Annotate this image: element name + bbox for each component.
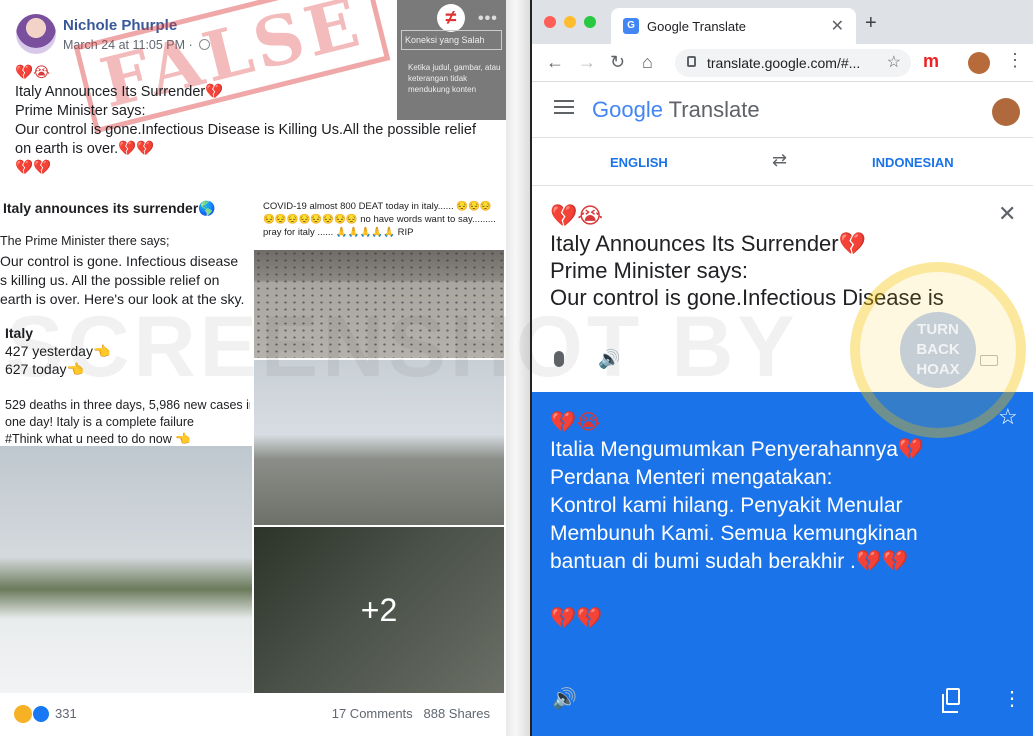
speaker-icon[interactable]: 🔊 bbox=[552, 686, 577, 711]
source-language-button[interactable]: ENGLISH bbox=[610, 155, 668, 170]
tab-bar: G Google Translate ✕ + bbox=[532, 0, 1033, 44]
source-text[interactable]: 💔😭 Italy Announces Its Surrender💔 Prime … bbox=[550, 203, 944, 311]
account-avatar[interactable] bbox=[992, 98, 1020, 126]
bookmark-star-icon[interactable]: ☆ bbox=[887, 52, 901, 72]
close-window-button[interactable] bbox=[544, 16, 556, 28]
image-stats: 529 deaths in three days, 5,986 new case… bbox=[5, 397, 252, 444]
more-icon[interactable]: ••• bbox=[478, 10, 498, 28]
image-line: #Think what u need to do now 👈 bbox=[5, 432, 191, 444]
reaction-count[interactable]: 331 bbox=[55, 706, 77, 721]
image-line: s killing us. All the possible relief on bbox=[0, 272, 220, 288]
translated-line: 💔💔 bbox=[550, 606, 603, 630]
translated-line: Membunuh Kami. Semua kemungkinan bbox=[550, 522, 918, 545]
author-avatar[interactable] bbox=[16, 14, 56, 54]
engagement: 17 Comments 888 Shares bbox=[332, 706, 490, 721]
sad-reaction-icon bbox=[14, 705, 32, 723]
not-equal-icon: ≠ bbox=[437, 4, 465, 32]
image-line: 529 deaths in three days, 5,986 new case… bbox=[5, 398, 252, 412]
photo-text-image[interactable]: Italy announces its surrender🌎 The Prime… bbox=[0, 194, 252, 444]
image-line: Our control is gone. Infectious disease bbox=[0, 253, 239, 269]
image-line: one day! Italy is a complete failure bbox=[5, 415, 194, 429]
translated-line bbox=[550, 576, 924, 604]
tab-title: Google Translate bbox=[647, 19, 747, 34]
image-caption: COVID-19 almost 800 DEAT today in italy.… bbox=[263, 201, 496, 238]
image-yesterday: 427 yesterday👈 bbox=[5, 343, 111, 359]
hoax-card-title: Koneksi yang Salah bbox=[401, 30, 502, 50]
lock-icon bbox=[687, 56, 696, 67]
photo-street-crowd[interactable] bbox=[254, 360, 504, 525]
source-line: 💔😭 bbox=[550, 204, 604, 229]
mic-icon[interactable] bbox=[554, 351, 564, 367]
source-line: Italy Announces Its Surrender💔 bbox=[550, 231, 867, 256]
save-star-icon[interactable]: ☆ bbox=[998, 404, 1018, 430]
translated-text: 💔😭 Italia Mengumumkan Penyerahannya💔 Per… bbox=[550, 408, 924, 632]
translate-header: Google Translate bbox=[532, 82, 1033, 138]
source-text-panel[interactable]: 💔😭 Italy Announces Its Surrender💔 Prime … bbox=[532, 187, 1033, 392]
image-paragraph: Our control is gone. Infectious disease … bbox=[0, 252, 244, 309]
hoax-card-description: Ketika judul, gambar, atau keterangan ti… bbox=[408, 63, 501, 94]
url-text[interactable]: translate.google.com/#... bbox=[707, 55, 860, 71]
shares-link[interactable]: 888 Shares bbox=[424, 706, 491, 721]
post-line: 💔💔 bbox=[15, 160, 52, 176]
browser-menu-icon[interactable]: ⋮ bbox=[1006, 50, 1024, 71]
home-icon[interactable]: ⌂ bbox=[642, 52, 653, 73]
clear-source-icon[interactable]: ✕ bbox=[998, 201, 1016, 227]
translated-line: bantuan di bumi sudah berakhir .💔💔 bbox=[550, 550, 909, 573]
forward-icon[interactable]: → bbox=[578, 52, 596, 73]
translation-panel: 💔😭 Italia Mengumumkan Penyerahannya💔 Per… bbox=[532, 392, 1033, 736]
address-bar[interactable]: translate.google.com/#... ☆ bbox=[675, 49, 911, 77]
profile-avatar[interactable] bbox=[968, 52, 990, 74]
browser-toolbar: ← → ↻ ⌂ translate.google.com/#... ☆ m ⋮ bbox=[532, 44, 1033, 82]
back-icon[interactable]: ← bbox=[546, 52, 564, 73]
target-language-button[interactable]: INDONESIAN bbox=[872, 155, 954, 170]
tab-close-icon[interactable]: ✕ bbox=[831, 16, 844, 36]
logo-google: Google bbox=[592, 97, 663, 122]
image-line: The Prime Minister there says; bbox=[0, 234, 170, 248]
translated-line: Perdana Menteri mengatakan: bbox=[550, 466, 833, 489]
keyboard-icon[interactable] bbox=[980, 355, 998, 366]
image-line: earth is over. Here's our look at the sk… bbox=[0, 291, 245, 307]
timestamp-text[interactable]: March 24 at 11:05 PM · bbox=[63, 38, 196, 52]
tab-google-translate[interactable]: G Google Translate ✕ bbox=[611, 8, 856, 44]
more-options-icon[interactable]: ⋮ bbox=[1002, 686, 1022, 711]
translate-logo[interactable]: Google Translate bbox=[592, 97, 760, 123]
facebook-post: Nichole Phurple March 24 at 11:05 PM · F… bbox=[0, 0, 506, 736]
source-line: Prime Minister says: bbox=[550, 258, 749, 283]
post-line: Our control is gone.Infectious Disease i… bbox=[15, 122, 476, 138]
speaker-icon[interactable]: 🔊 bbox=[598, 349, 620, 370]
divider bbox=[506, 0, 530, 736]
like-reaction-icon bbox=[32, 705, 50, 723]
comments-link[interactable]: 17 Comments bbox=[332, 706, 413, 721]
menu-icon[interactable] bbox=[554, 100, 574, 114]
post-timestamp[interactable]: March 24 at 11:05 PM · bbox=[63, 38, 211, 52]
post-line: on earth is over.💔💔 bbox=[15, 141, 155, 157]
image-today: 627 today👈 bbox=[5, 361, 84, 377]
logo-translate: Translate bbox=[668, 97, 760, 122]
image-title: Italy announces its surrender🌎 bbox=[3, 200, 216, 216]
post-footer: 331 17 Comments 888 Shares bbox=[0, 693, 506, 736]
photo-town-square[interactable] bbox=[254, 250, 504, 358]
translated-line: 💔😭 bbox=[550, 410, 601, 434]
new-tab-button[interactable]: + bbox=[865, 12, 877, 35]
photo-more[interactable]: +2 bbox=[254, 527, 504, 693]
zoom-window-button[interactable] bbox=[584, 16, 596, 28]
browser-window: G Google Translate ✕ + ← → ↻ ⌂ translate… bbox=[530, 0, 1033, 736]
translated-line: Kontrol kami hilang. Penyakit Menular bbox=[550, 494, 903, 517]
more-photos-count: +2 bbox=[360, 592, 398, 628]
globe-icon bbox=[199, 39, 211, 50]
translate-favicon-icon: G bbox=[623, 18, 639, 34]
photo-hospital-beds[interactable] bbox=[0, 446, 252, 693]
copy-icon[interactable] bbox=[942, 688, 960, 713]
author-name[interactable]: Nichole Phurple bbox=[63, 17, 177, 34]
translated-line: Italia Mengumumkan Penyerahannya💔 bbox=[550, 438, 925, 461]
photo-caption-image[interactable]: COVID-19 almost 800 DEAT today in italy.… bbox=[254, 194, 504, 250]
reload-icon[interactable]: ↻ bbox=[610, 52, 625, 73]
source-line: Our control is gone.Infectious Disease i… bbox=[550, 285, 944, 310]
image-italy-label: Italy bbox=[5, 325, 34, 341]
minimize-window-button[interactable] bbox=[564, 16, 576, 28]
language-bar: ENGLISH ⇄ INDONESIAN bbox=[532, 138, 1033, 186]
extension-m-icon[interactable]: m bbox=[923, 51, 939, 72]
swap-icon[interactable]: ⇄ bbox=[772, 150, 787, 171]
